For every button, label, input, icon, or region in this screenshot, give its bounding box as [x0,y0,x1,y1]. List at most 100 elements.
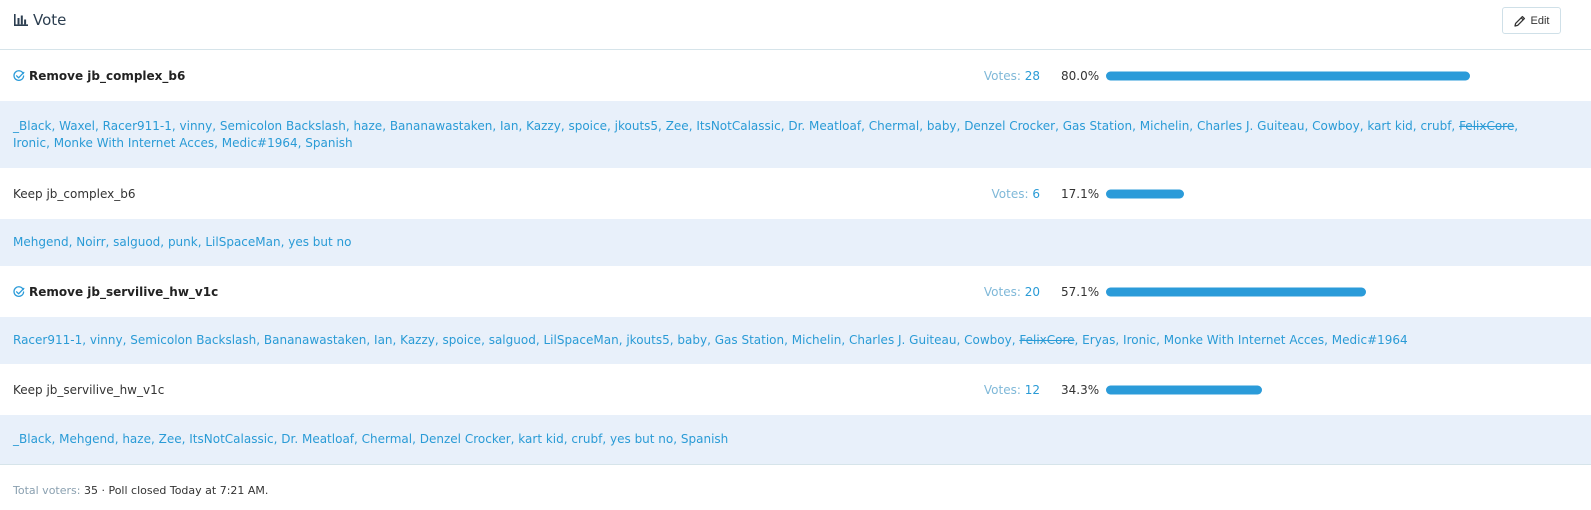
poll-options: Remove jb_complex_b6 Votes: 28 80.0% _Black… [0,50,1591,464]
voter-link[interactable]: kart kid [1367,119,1412,133]
voter-link[interactable]: haze [122,432,151,446]
voter-link[interactable]: Charles J. Guiteau [1197,119,1305,133]
vote-progress-fill [1106,189,1184,198]
voter-link[interactable]: Gas Station [1063,119,1132,133]
voter-link[interactable]: salguod [113,235,160,249]
voter-link[interactable]: ItsNotCalassic [189,432,273,446]
votes-label: Votes: [983,382,1021,397]
voter-link[interactable]: spoice [568,119,607,133]
votes-count: Votes: 12 [984,383,1040,397]
voter-link[interactable]: Monke With Internet Acces [54,136,214,150]
voter-link[interactable]: Semicolon Backslash [130,333,256,347]
votes-number[interactable]: 12 [1025,383,1040,397]
voter-link[interactable]: jkouts5 [626,333,669,347]
voter-link[interactable]: _Black [13,432,51,446]
option-name: Remove jb_complex_b6 [13,69,185,83]
voter-link[interactable]: Dr. Meatloaf [788,119,861,133]
voter-link[interactable]: Ironic [1123,333,1156,347]
voter-link[interactable]: Cowboy [964,333,1012,347]
voter-link[interactable]: Dr. Meatloaf [281,432,354,446]
voter-link[interactable]: jkouts5 [615,119,658,133]
voter-link[interactable]: Medic#1964 [222,136,298,150]
vote-progress-fill [1106,71,1470,80]
votes-number[interactable]: 6 [1032,187,1040,201]
voter-link[interactable]: salguod [489,333,536,347]
vote-progress-fill [1106,385,1263,394]
voter-link[interactable]: Noirr [76,235,105,249]
vote-percentage: 34.3% [1061,382,1100,397]
voter-link[interactable]: Zee [666,119,689,133]
voter-link[interactable]: ItsNotCalassic [696,119,780,133]
voter-link[interactable]: vinny [90,333,123,347]
voter-link[interactable]: haze [354,119,383,133]
poll-option-row: Keep jb_complex_b6 Votes: 6 17.1% [0,168,1591,219]
votes-number[interactable]: 28 [1025,69,1040,83]
voter-link[interactable]: Denzel Crocker [420,432,511,446]
voter-link[interactable]: vinny [180,119,213,133]
voter-link[interactable]: yes but no [288,235,351,249]
votes-number[interactable]: 20 [1025,285,1040,299]
voter-link[interactable]: Bananawastaken [390,119,493,133]
check-circle-icon [13,285,25,298]
voter-link[interactable]: crubf [1420,119,1451,133]
voter-link[interactable]: Zee [159,432,182,446]
voter-link[interactable]: Kazzy [526,119,561,133]
check-circle-icon [13,69,25,82]
voter-link[interactable]: Kazzy [400,333,435,347]
vote-progress-bar [1106,287,1561,296]
poll-option-row: Keep jb_servilive_hw_v1c Votes: 12 34.3% [0,364,1591,415]
voters-list-row: _Black, Mehgend, haze, Zee, ItsNotCalass… [0,415,1591,464]
voter-link[interactable]: Cowboy [1312,119,1360,133]
voter-link[interactable]: yes but no [610,432,673,446]
edit-button[interactable]: Edit [1502,7,1561,34]
vote-progress-bar [1106,189,1561,198]
votes-count: Votes: 20 [984,285,1040,299]
voter-link[interactable]: FelixCore [1019,333,1074,347]
voter-link[interactable]: baby [927,119,957,133]
voter-link[interactable]: spoice [443,333,482,347]
voter-link[interactable]: Ian [374,333,393,347]
poll-option-row: Remove jb_servilive_hw_v1c Votes: 20 57.1% [0,266,1591,317]
poll-status: · Poll closed Today at 7:21 AM. [97,484,269,497]
voter-link[interactable]: Spanish [681,432,728,446]
vote-percentage: 17.1% [1061,186,1100,201]
voter-link[interactable]: Michelin [1140,119,1190,133]
poll-summary: Total voters: 35 · Poll closed Today at … [13,484,268,497]
voter-link[interactable]: Gas Station [715,333,784,347]
voter-link[interactable]: Chermal [869,119,919,133]
voter-link[interactable]: Ian [500,119,519,133]
voter-link[interactable]: _Black [13,119,51,133]
voters-list: Mehgend, Noirr, salguod, punk, LilSpaceM… [13,235,352,249]
voter-link[interactable]: kart kid [518,432,563,446]
voter-link[interactable]: Waxel [59,119,95,133]
poll-header: Vote Edit [0,0,1591,50]
voter-link[interactable]: Mehgend [59,432,115,446]
poll-title-group: Vote [14,11,66,29]
voter-link[interactable]: Bananawastaken [264,333,367,347]
voter-link[interactable]: Ironic [13,136,46,150]
voter-link[interactable]: Michelin [792,333,842,347]
voter-link[interactable]: Monke With Internet Acces [1164,333,1324,347]
voter-link[interactable]: punk [168,235,198,249]
voter-link[interactable]: Racer911-1 [13,333,82,347]
votes-count: Votes: 28 [984,69,1040,83]
voter-link[interactable]: Racer911-1 [103,119,172,133]
total-voters-label: Total voters: [13,484,81,497]
voter-link[interactable]: Denzel Crocker [964,119,1055,133]
voter-link[interactable]: FelixCore [1459,119,1514,133]
voter-link[interactable]: Spanish [305,136,352,150]
voter-link[interactable]: baby [677,333,707,347]
voter-link[interactable]: Eryas [1082,333,1115,347]
voter-link[interactable]: Mehgend [13,235,69,249]
voter-link[interactable]: Chermal [362,432,412,446]
option-label: Keep jb_servilive_hw_v1c [13,382,165,397]
voter-link[interactable]: LilSpaceMan [205,235,280,249]
voter-link[interactable]: Charles J. Guiteau [849,333,957,347]
voter-link[interactable]: Semicolon Backslash [220,119,346,133]
voters-list: _Black, Waxel, Racer911-1, vinny, Semico… [13,118,1519,150]
edit-button-label: Edit [1530,14,1550,27]
voter-link[interactable]: LilSpaceMan [543,333,618,347]
voter-link[interactable]: crubf [571,432,602,446]
votes-label: Votes: [983,284,1021,299]
voter-link[interactable]: Medic#1964 [1332,333,1408,347]
